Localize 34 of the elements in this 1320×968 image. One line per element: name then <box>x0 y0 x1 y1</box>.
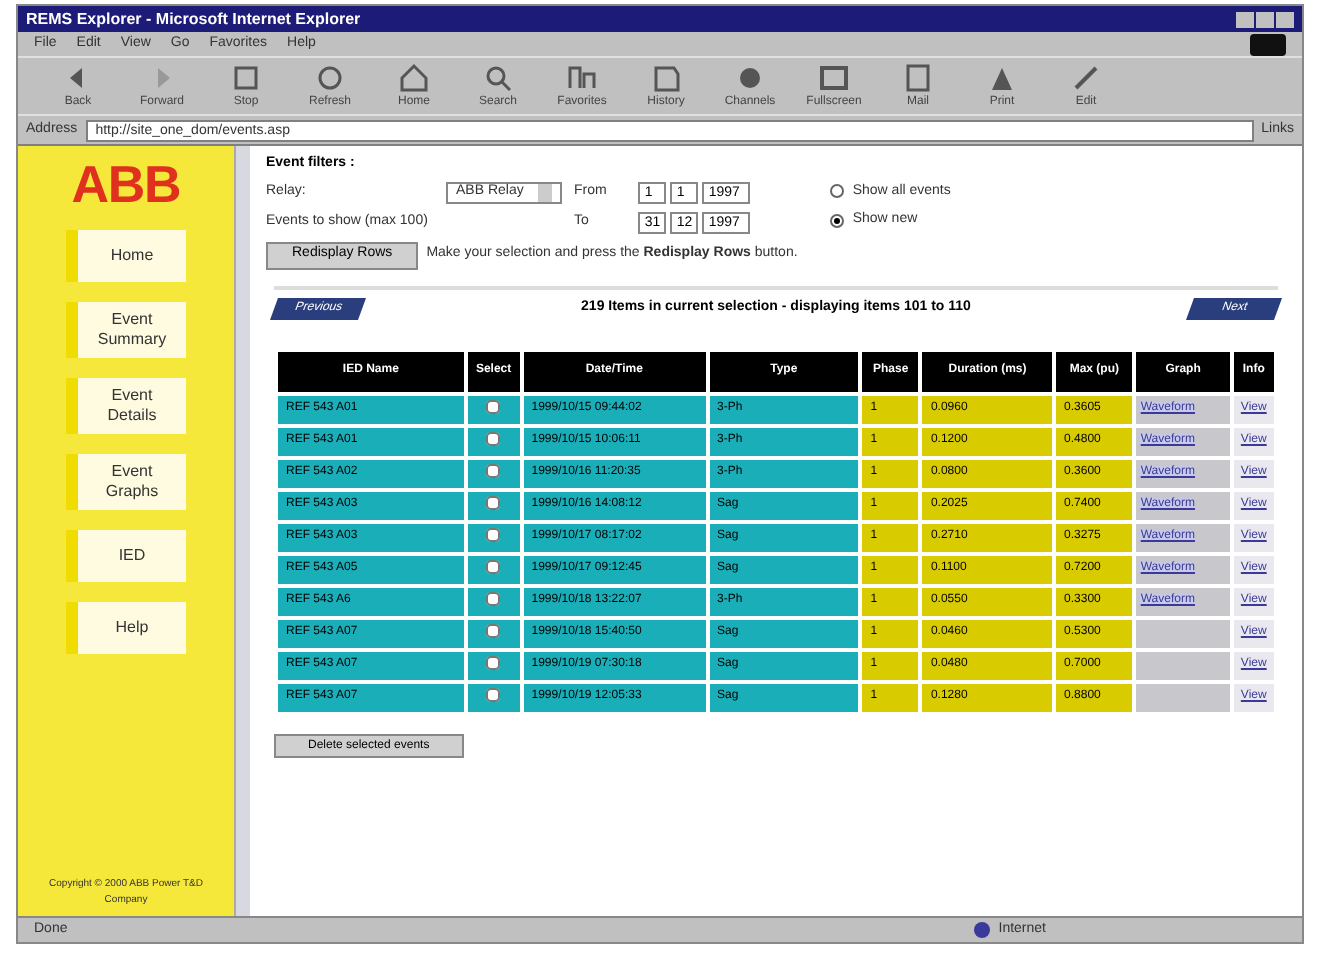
select-checkbox[interactable] <box>486 431 501 446</box>
radio-button[interactable] <box>830 184 845 199</box>
mail-icon <box>902 61 934 93</box>
select-checkbox[interactable] <box>486 463 501 478</box>
close-button[interactable] <box>1276 11 1294 27</box>
history-icon <box>650 61 682 93</box>
select-checkbox[interactable] <box>486 623 501 638</box>
select-checkbox[interactable] <box>486 687 501 702</box>
window-title: REMS Explorer - Microsoft Internet Explorer <box>26 7 361 31</box>
select-checkbox[interactable] <box>486 527 501 542</box>
nav-button[interactable]: Event Graphs <box>66 454 186 510</box>
select-checkbox[interactable] <box>486 559 501 574</box>
edit-icon <box>1070 61 1102 93</box>
select-checkbox[interactable] <box>486 591 501 606</box>
favorites-icon <box>566 61 598 93</box>
nav-button[interactable]: Home <box>66 230 186 282</box>
refresh-icon <box>314 61 346 93</box>
search-icon <box>482 61 514 93</box>
fullscreen-icon <box>818 61 850 93</box>
minimize-button[interactable] <box>1236 11 1254 27</box>
abb-logo: ABB <box>71 154 181 214</box>
home-icon <box>398 61 430 93</box>
select-checkbox[interactable] <box>486 655 501 670</box>
select-checkbox[interactable] <box>486 399 501 414</box>
globe-icon <box>974 922 991 938</box>
nav-button[interactable]: Help <box>66 602 186 654</box>
stop-icon <box>230 61 262 93</box>
maximize-button[interactable] <box>1256 11 1274 27</box>
nav-button[interactable]: Event Details <box>66 378 186 434</box>
nav-button[interactable]: Event Summary <box>66 302 186 358</box>
nav-button[interactable]: IED <box>66 530 186 582</box>
radio-button[interactable] <box>830 213 845 228</box>
select-checkbox[interactable] <box>486 495 501 510</box>
sidebar-scrollbar[interactable] <box>234 146 250 916</box>
